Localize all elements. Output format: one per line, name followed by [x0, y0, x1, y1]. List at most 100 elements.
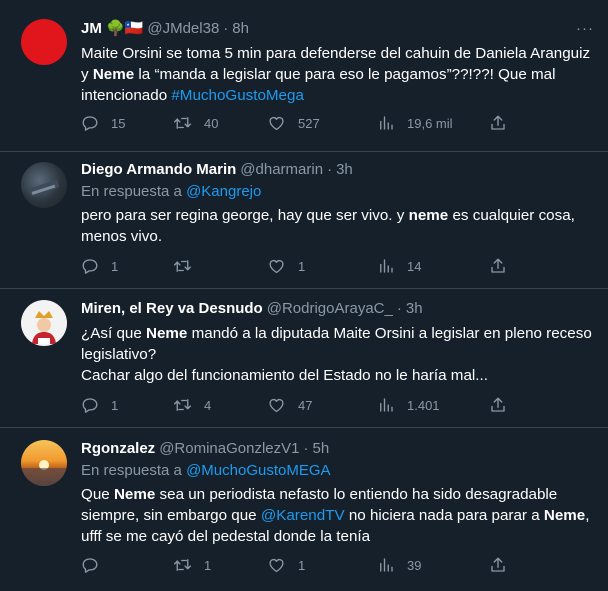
- mention-link[interactable]: @KarendTV: [261, 507, 345, 524]
- views-button[interactable]: 14: [377, 255, 489, 277]
- tweet-text: Que Neme sea un periodista nefasto lo en…: [81, 486, 590, 545]
- reply-button[interactable]: 1: [81, 255, 173, 277]
- keyword-highlight: neme: [408, 207, 449, 224]
- share-button[interactable]: [489, 255, 509, 277]
- reply-count: 1: [111, 397, 119, 413]
- retweet-button[interactable]: 40: [173, 112, 267, 134]
- like-button[interactable]: 1: [267, 554, 377, 576]
- views-button[interactable]: 19,6 mil: [377, 112, 489, 134]
- tweet-actions: 15 40 527 19,6 mil: [81, 112, 521, 134]
- views-count: 1.401: [407, 397, 440, 413]
- retweet-button[interactable]: 4: [173, 394, 267, 416]
- retweet-icon: [173, 559, 192, 571]
- views-icon: [380, 558, 393, 572]
- hashtag-link[interactable]: #MuchoGustoMega: [171, 87, 304, 104]
- retweet-count: 40: [204, 115, 219, 131]
- like-count: 1: [298, 557, 306, 573]
- timestamp[interactable]: 5h: [312, 438, 329, 460]
- reply-context: En respuesta a @Kangrejo: [81, 183, 262, 200]
- timeline-feed: JM 🌳🇨🇱 @JMdel38 · 8h ··· Maite Orsini se…: [0, 0, 608, 591]
- retweet-icon: [173, 399, 192, 411]
- retweet-button[interactable]: 1: [173, 554, 267, 576]
- reply-icon: [82, 398, 98, 413]
- avatar[interactable]: [21, 440, 67, 486]
- views-count: 39: [407, 557, 422, 573]
- retweet-count: 4: [204, 397, 212, 413]
- tweet-text: Maite Orsini se toma 5 min para defender…: [81, 45, 591, 104]
- tweet-actions: 1 4 47 1.401: [81, 394, 521, 416]
- keyword-highlight: Neme: [113, 486, 156, 503]
- tweet-header: Miren, el Rey va Desnudo @RodrigoArayaC_…: [81, 298, 594, 320]
- views-button[interactable]: 39: [377, 554, 489, 576]
- display-name[interactable]: JM 🌳🇨🇱: [81, 18, 143, 40]
- separator-dot: ·: [396, 300, 402, 317]
- tweet-header: Rgonzalez @RominaGonzlezV1 · 5h: [81, 438, 594, 460]
- views-icon: [380, 259, 393, 273]
- separator-dot: ·: [223, 20, 229, 37]
- reply-context: En respuesta a @MuchoGustoMEGA: [81, 462, 331, 479]
- reply-button[interactable]: [81, 554, 173, 576]
- avatar[interactable]: [21, 19, 67, 65]
- display-name[interactable]: Miren, el Rey va Desnudo: [81, 298, 263, 320]
- timestamp[interactable]: 8h: [232, 18, 249, 40]
- reply-to-link[interactable]: @Kangrejo: [186, 183, 261, 200]
- more-options-icon[interactable]: ···: [576, 18, 594, 40]
- reply-count: 1: [111, 258, 119, 274]
- user-handle[interactable]: @RodrigoArayaC_: [267, 298, 393, 320]
- like-icon: [269, 398, 284, 413]
- tweet-header: Diego Armando Marin @dharmarin · 3h: [81, 159, 594, 181]
- share-icon: [491, 258, 505, 273]
- like-button[interactable]: 47: [267, 394, 377, 416]
- share-icon: [491, 115, 505, 130]
- separator-dot: ·: [327, 161, 333, 178]
- tweet[interactable]: Rgonzalez @RominaGonzlezV1 · 5h En respu…: [0, 428, 608, 591]
- user-handle[interactable]: @dharmarin: [240, 159, 323, 181]
- user-handle[interactable]: @JMdel38: [147, 18, 219, 40]
- user-handle[interactable]: @RominaGonzlezV1: [159, 438, 299, 460]
- like-count: 527: [298, 115, 320, 131]
- share-icon: [491, 397, 505, 412]
- avatar[interactable]: [21, 300, 67, 346]
- like-icon: [269, 259, 284, 274]
- share-icon: [491, 557, 505, 572]
- separator-dot: ·: [303, 440, 309, 457]
- share-button[interactable]: [489, 112, 509, 134]
- keyword-highlight: Neme: [146, 325, 188, 342]
- avatar-image: [21, 460, 67, 486]
- tweet-actions: 1 1 14: [81, 255, 521, 277]
- retweet-button[interactable]: [173, 255, 267, 277]
- reply-count: 15: [111, 115, 126, 131]
- like-button[interactable]: 1: [267, 255, 377, 277]
- retweet-icon: [173, 117, 192, 129]
- avatar-image: [29, 180, 59, 196]
- reply-button[interactable]: 15: [81, 112, 173, 134]
- keyword-highlight: Neme: [543, 507, 586, 524]
- views-count: 14: [407, 258, 422, 274]
- avatar[interactable]: [21, 162, 67, 208]
- like-count: 1: [298, 258, 306, 274]
- share-button[interactable]: [489, 394, 509, 416]
- display-name[interactable]: Rgonzalez: [81, 438, 155, 460]
- reply-icon: [82, 259, 98, 274]
- tweet-header: JM 🌳🇨🇱 @JMdel38 · 8h: [81, 18, 594, 40]
- retweet-icon: [173, 260, 192, 272]
- views-count: 19,6 mil: [407, 115, 453, 131]
- views-button[interactable]: 1.401: [377, 394, 489, 416]
- views-icon: [380, 398, 393, 412]
- like-icon: [269, 116, 284, 131]
- reply-icon: [82, 116, 98, 131]
- reply-icon: [82, 558, 98, 573]
- timestamp[interactable]: 3h: [336, 159, 353, 181]
- tweet[interactable]: Miren, el Rey va Desnudo @RodrigoArayaC_…: [0, 289, 608, 428]
- display-name[interactable]: Diego Armando Marin: [81, 159, 236, 181]
- like-button[interactable]: 527: [267, 112, 377, 134]
- tweet[interactable]: Diego Armando Marin @dharmarin · 3h En r…: [0, 152, 608, 289]
- timestamp[interactable]: 3h: [406, 298, 423, 320]
- tweet[interactable]: JM 🌳🇨🇱 @JMdel38 · 8h ··· Maite Orsini se…: [0, 0, 608, 152]
- reply-to-link[interactable]: @MuchoGustoMEGA: [186, 462, 330, 479]
- like-count: 47: [298, 397, 313, 413]
- like-icon: [269, 558, 284, 573]
- share-button[interactable]: [489, 554, 509, 576]
- tweet-text: ¿Así que Neme mandó a la diputada Maite …: [81, 325, 592, 384]
- reply-button[interactable]: 1: [81, 394, 173, 416]
